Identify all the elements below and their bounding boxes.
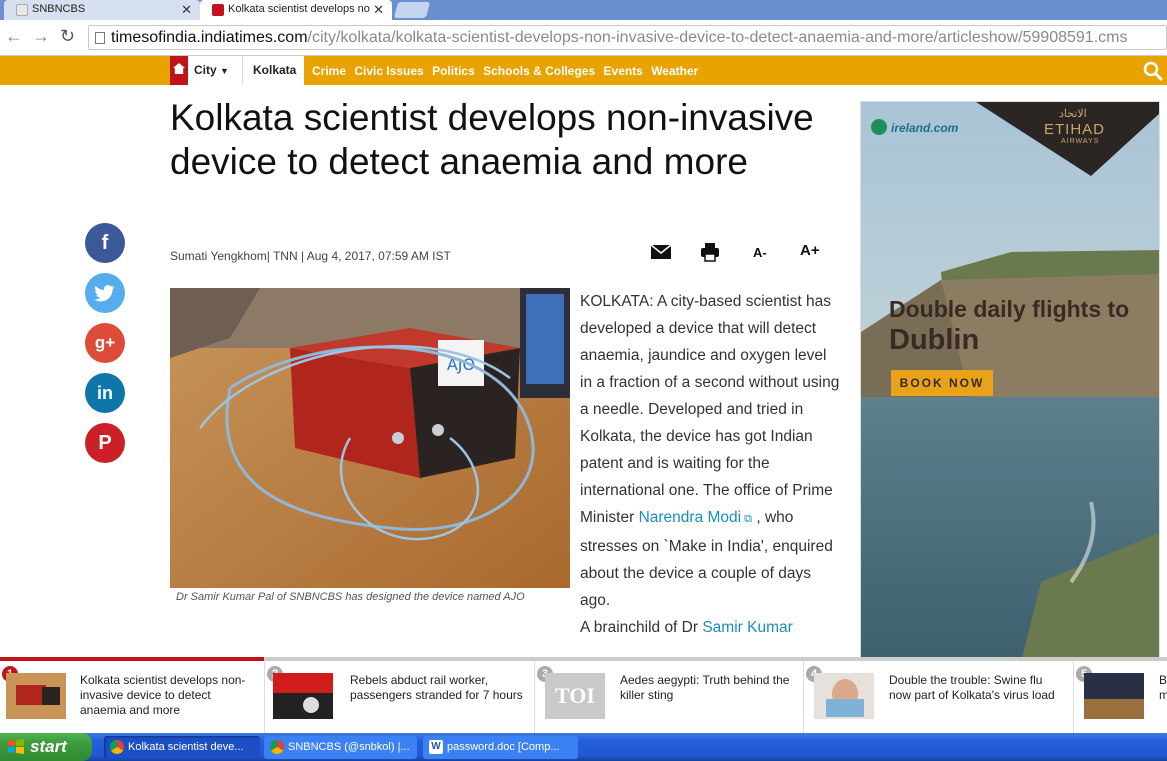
- trending-title: Aedes aegypti: Truth behind the killer s…: [620, 673, 790, 702]
- font-smaller-button[interactable]: A-: [753, 245, 767, 260]
- trending-thumbnail: [6, 673, 66, 719]
- taskbar-item-chrome-snbncbs[interactable]: SNBNCBS (@snbkol) |...: [264, 736, 417, 759]
- linkedin-share-icon[interactable]: in: [85, 373, 125, 413]
- google-plus-share-icon[interactable]: g+: [85, 323, 125, 363]
- ad-headline-line2: Dublin: [889, 324, 980, 356]
- url-host: timesofindia.indiatimes.com: [111, 29, 308, 46]
- tab-title: SNBNCBS: [32, 3, 86, 15]
- body-text: A brainchild of Dr: [580, 619, 703, 636]
- trending-thumbnail: [273, 673, 333, 719]
- samir-kumar-link[interactable]: Samir Kumar: [702, 619, 792, 636]
- toi-placeholder-thumbnail: TOI: [545, 673, 605, 719]
- nav-links: Crime Civic Issues Politics Schools & Co…: [312, 64, 703, 78]
- city-label: City: [194, 63, 217, 77]
- city-dropdown[interactable]: City ▼: [188, 56, 242, 85]
- chevron-down-icon: ▼: [220, 66, 229, 76]
- trending-title: Double the trouble: Swine flu now part o…: [889, 673, 1055, 702]
- body-text: KOLKATA: A city-based scientist has deve…: [580, 293, 840, 526]
- article-body: KOLKATA: A city-based scientist has deve…: [580, 288, 842, 641]
- font-larger-button[interactable]: A+: [800, 242, 820, 259]
- nav-link-crime[interactable]: Crime: [312, 64, 346, 78]
- trending-title: Rebels abduct rail worker, passengers st…: [350, 673, 523, 702]
- address-bar[interactable]: timesofindia.indiatimes.com/city/kolkata…: [88, 25, 1167, 50]
- ad-airline-logo: ETIHAD: [1044, 121, 1106, 138]
- taskbar-item-word-doc[interactable]: W password.doc [Comp...: [423, 736, 578, 759]
- facebook-share-icon[interactable]: f: [85, 223, 125, 263]
- reload-icon[interactable]: ↻: [60, 26, 75, 47]
- ad-headline-line1: Double daily flights to: [889, 296, 1130, 322]
- back-arrow-icon[interactable]: ←: [5, 26, 23, 47]
- url-path: /city/kolkata/kolkata-scientist-develops…: [307, 29, 1128, 46]
- pinterest-share-icon[interactable]: P: [85, 423, 125, 463]
- taskbar-item-chrome-article[interactable]: Kolkata scientist deve...: [104, 736, 260, 759]
- trending-strip: 1 Kolkata scientist develops non-invasiv…: [0, 661, 1167, 733]
- article-paragraph: A brainchild of Dr Samir Kumar: [580, 614, 842, 641]
- trending-thumbnail: [1084, 673, 1144, 719]
- search-icon[interactable]: [1143, 61, 1163, 81]
- twitter-bird-icon: [94, 285, 115, 302]
- start-button[interactable]: start: [0, 733, 92, 761]
- email-icon[interactable]: [650, 244, 672, 260]
- article-byline: Sumati Yengkhom| TNN | Aug 4, 2017, 07:5…: [170, 249, 451, 263]
- article-paragraph: KOLKATA: A city-based scientist has deve…: [580, 288, 842, 614]
- start-label: start: [30, 737, 67, 756]
- browser-tab-snbncbs[interactable]: SNBNCBS ✕: [4, 0, 200, 20]
- photo-caption: Dr Samir Kumar Pal of SNBNCBS has design…: [176, 591, 525, 603]
- new-tab-button[interactable]: [393, 2, 431, 18]
- chrome-icon: [110, 740, 124, 754]
- advertisement[interactable]: ireland.com الاتحاد ETIHAD AIRWAYS Doubl…: [860, 101, 1160, 661]
- toi-favicon-icon: [212, 4, 224, 16]
- tab-title: Kolkata scientist develops no: [228, 3, 370, 15]
- trending-item[interactable]: 3 TOI Aedes aegypti: Truth behind the ki…: [535, 661, 804, 733]
- trending-title: Kolkata scientist develops non-invasive …: [80, 673, 246, 717]
- article-photo: AJO: [170, 288, 570, 588]
- ad-book-now-button[interactable]: BOOK NOW: [891, 370, 993, 396]
- trending-item[interactable]: 1 Kolkata scientist develops non-invasiv…: [0, 661, 265, 733]
- nav-link-politics[interactable]: Politics: [432, 64, 475, 78]
- home-icon: [173, 63, 185, 74]
- browser-toolbar: ← → ↻ timesofindia.indiatimes.com/city/k…: [0, 20, 1167, 56]
- trending-item[interactable]: 2 Rebels abduct rail worker, passengers …: [265, 661, 535, 733]
- external-link-icon: ⧉: [741, 513, 753, 525]
- forward-arrow-icon[interactable]: →: [32, 26, 50, 47]
- ad-airline-sub: AIRWAYS: [1061, 138, 1100, 145]
- nav-link-schools-colleges[interactable]: Schools & Colleges: [483, 64, 595, 78]
- nav-link-weather[interactable]: Weather: [651, 64, 698, 78]
- close-tab-icon[interactable]: ✕: [373, 2, 384, 18]
- ad-airline-arabic: الاتحاد: [1059, 108, 1087, 120]
- taskbar-item-label: SNBNCBS (@snbkol) |...: [288, 741, 410, 753]
- trending-item[interactable]: 4 Double the trouble: Swine flu now part…: [804, 661, 1074, 733]
- trending-item[interactable]: 5 B m: [1074, 661, 1167, 733]
- ad-partner-logo: ireland.com: [891, 121, 959, 135]
- windows-flag-icon: [8, 739, 24, 754]
- twitter-share-icon[interactable]: [85, 273, 125, 313]
- trending-title: B m: [1159, 673, 1167, 702]
- nav-kolkata[interactable]: Kolkata: [242, 56, 304, 85]
- nav-link-events[interactable]: Events: [603, 64, 642, 78]
- word-document-icon: W: [429, 740, 443, 754]
- page-favicon-icon: [16, 4, 28, 16]
- home-button[interactable]: [170, 56, 188, 85]
- nav-link-civic-issues[interactable]: Civic Issues: [354, 64, 423, 78]
- browser-tab-article[interactable]: Kolkata scientist develops no ✕: [200, 0, 392, 20]
- taskbar-item-label: Kolkata scientist deve...: [128, 741, 244, 753]
- article-headline: Kolkata scientist develops non-invasive …: [170, 97, 814, 182]
- taskbar-item-label: password.doc [Comp...: [447, 741, 560, 753]
- narendra-modi-link[interactable]: Narendra Modi: [639, 509, 742, 526]
- print-icon[interactable]: [700, 242, 720, 262]
- device-photo-image: AJO: [170, 288, 570, 588]
- page-icon: [95, 32, 105, 44]
- close-tab-icon[interactable]: ✕: [181, 2, 192, 18]
- trending-thumbnail: [814, 673, 874, 719]
- chrome-icon: [270, 740, 284, 754]
